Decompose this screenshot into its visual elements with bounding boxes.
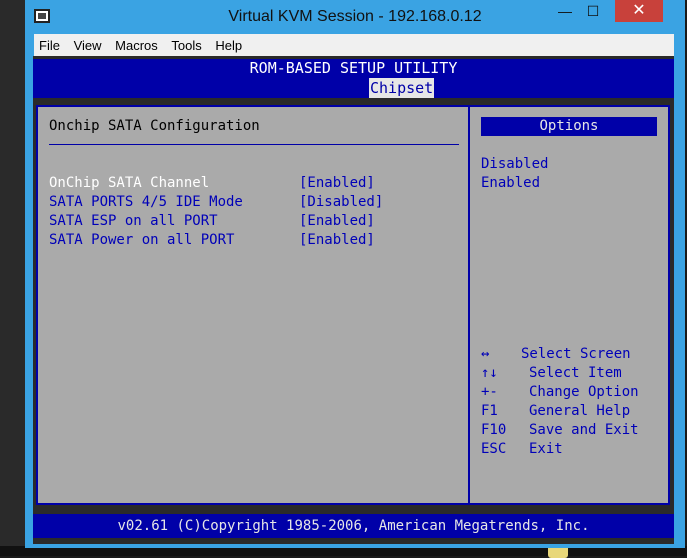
setting-value[interactable]: [Enabled] <box>299 231 375 250</box>
setting-value[interactable]: [Disabled] <box>299 193 383 212</box>
close-button[interactable]: ✕ <box>615 0 663 22</box>
tab-chipset[interactable]: Chipset <box>369 78 435 98</box>
menu-macros[interactable]: Macros <box>110 34 163 53</box>
help-exit: ESC Exit <box>481 440 661 459</box>
help-desc: Save and Exit <box>529 422 639 438</box>
copyright-footer: v02.61 (C)Copyright 1985-2006, American … <box>33 514 674 538</box>
setting-label: SATA PORTS 4/5 IDE Mode <box>49 194 243 210</box>
kvm-screen[interactable]: ROM-BASED SETUP UTILITY Chipset Onchip S… <box>33 56 674 544</box>
option-disabled[interactable]: Disabled <box>481 155 548 174</box>
help-key: ESC <box>481 441 507 457</box>
setting-row-onchip-sata-channel[interactable]: OnChip SATA Channel [Enabled] <box>49 174 464 193</box>
menu-view[interactable]: View <box>69 34 107 53</box>
help-change-option: +- Change Option <box>481 383 661 402</box>
menu-tools[interactable]: Tools <box>166 34 206 53</box>
panel-divider <box>468 107 470 503</box>
maximize-button[interactable]: ☐ <box>579 0 607 22</box>
kvm-window: Virtual KVM Session - 192.168.0.12 — ☐ ✕… <box>25 0 685 548</box>
menu-bar: File View Macros Tools Help <box>34 34 674 56</box>
help-general-help: F1 General Help <box>481 402 661 421</box>
option-enabled[interactable]: Enabled <box>481 174 540 193</box>
left-right-arrow-icon: ↔ <box>481 346 490 362</box>
section-rule <box>49 144 459 145</box>
setting-label: SATA Power on all PORT <box>49 232 235 248</box>
utility-title: ROM-BASED SETUP UTILITY <box>33 59 674 78</box>
help-desc: General Help <box>529 403 631 419</box>
setting-label: OnChip SATA Channel <box>49 175 210 191</box>
help-key: +- <box>481 384 498 400</box>
help-key: F10 <box>481 422 507 438</box>
menu-help[interactable]: Help <box>210 34 247 53</box>
help-desc: Change Option <box>529 384 639 400</box>
section-title: Onchip SATA Configuration <box>49 118 260 134</box>
bios-tab-bar: Chipset <box>33 78 674 98</box>
help-desc: Select Item <box>529 365 622 381</box>
help-desc: Select Screen <box>521 346 631 362</box>
bios-setup-screen: ROM-BASED SETUP UTILITY Chipset Onchip S… <box>33 56 674 544</box>
help-select-screen: ↔ Select Screen <box>481 345 661 364</box>
options-header: Options <box>481 117 657 136</box>
desktop-background <box>0 0 25 556</box>
setting-row-sata-esp[interactable]: SATA ESP on all PORT [Enabled] <box>49 212 464 231</box>
setting-row-sata-ports-ide-mode[interactable]: SATA PORTS 4/5 IDE Mode [Disabled] <box>49 193 464 212</box>
up-down-arrow-icon: ↑↓ <box>481 365 498 381</box>
minimize-button[interactable]: — <box>551 0 579 22</box>
help-desc: Exit <box>529 441 563 457</box>
help-key: F1 <box>481 403 498 419</box>
setting-row-sata-power[interactable]: SATA Power on all PORT [Enabled] <box>49 231 464 250</box>
title-bar[interactable]: Virtual KVM Session - 192.168.0.12 — ☐ ✕ <box>25 0 685 34</box>
help-select-item: ↑↓ Select Item <box>481 364 661 383</box>
bios-main-panel: Onchip SATA Configuration OnChip SATA Ch… <box>36 105 670 505</box>
help-save-exit: F10 Save and Exit <box>481 421 661 440</box>
setting-label: SATA ESP on all PORT <box>49 213 218 229</box>
menu-file[interactable]: File <box>34 34 65 53</box>
setting-value[interactable]: [Enabled] <box>299 174 375 193</box>
setting-value[interactable]: [Enabled] <box>299 212 375 231</box>
